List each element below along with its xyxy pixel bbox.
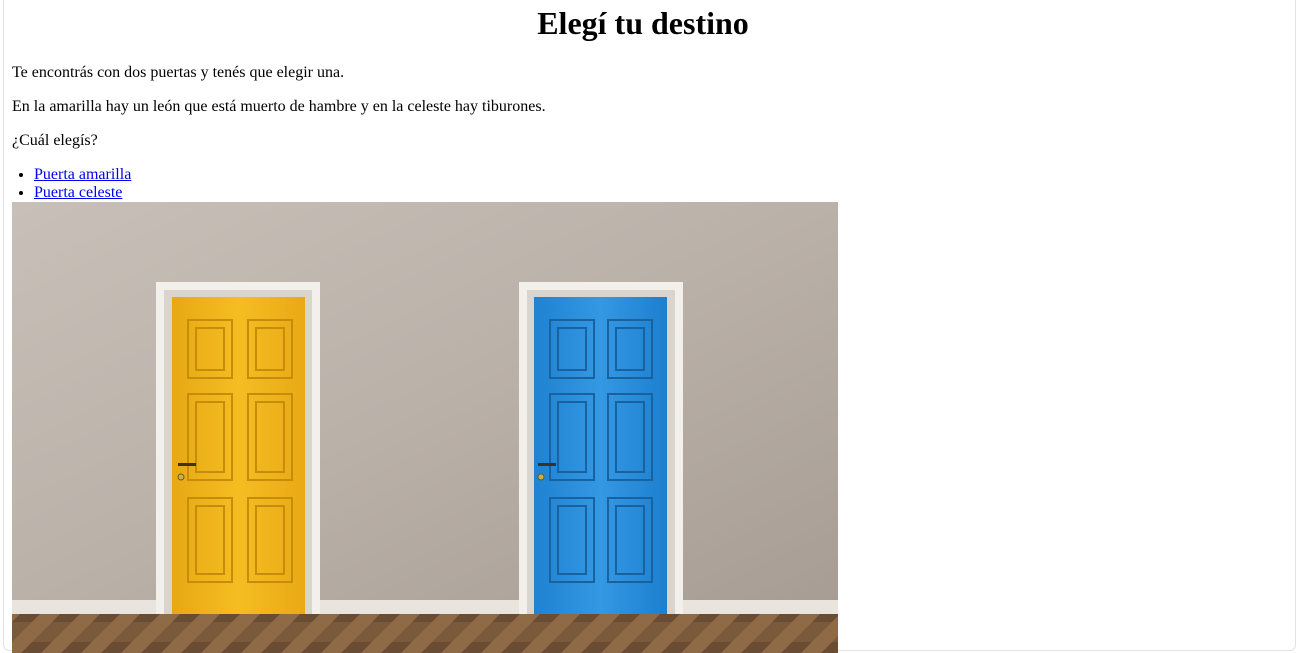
page-title: Elegí tu destino [537,5,749,41]
wooden-floor [12,614,838,653]
baseboard [12,600,838,614]
wall [12,202,838,602]
blue-door-lock [537,473,545,481]
intro-paragraph: Te encontrás con dos puertas y tenés que… [12,64,345,81]
door-options-list: Puerta amarilla Puerta celeste [12,166,131,202]
page-content: Elegí tu destino Te encontrás con dos pu… [12,0,1292,201]
yellow-door-lock [177,473,185,481]
yellow-door-handle [178,463,196,466]
yellow-door [156,282,320,614]
doors-description-paragraph: En la amarilla hay un león que está muer… [12,98,546,115]
list-item: Puerta celeste [34,184,131,202]
yellow-door-link[interactable]: Puerta amarilla [34,166,131,183]
two-doors-illustration-icon [12,202,838,653]
question-paragraph: ¿Cuál elegís? [12,132,98,149]
blue-door [519,282,683,614]
list-item: Puerta amarilla [34,166,131,184]
blue-door-link[interactable]: Puerta celeste [34,184,122,201]
two-doors-image [12,202,838,653]
blue-door-handle [538,463,556,466]
